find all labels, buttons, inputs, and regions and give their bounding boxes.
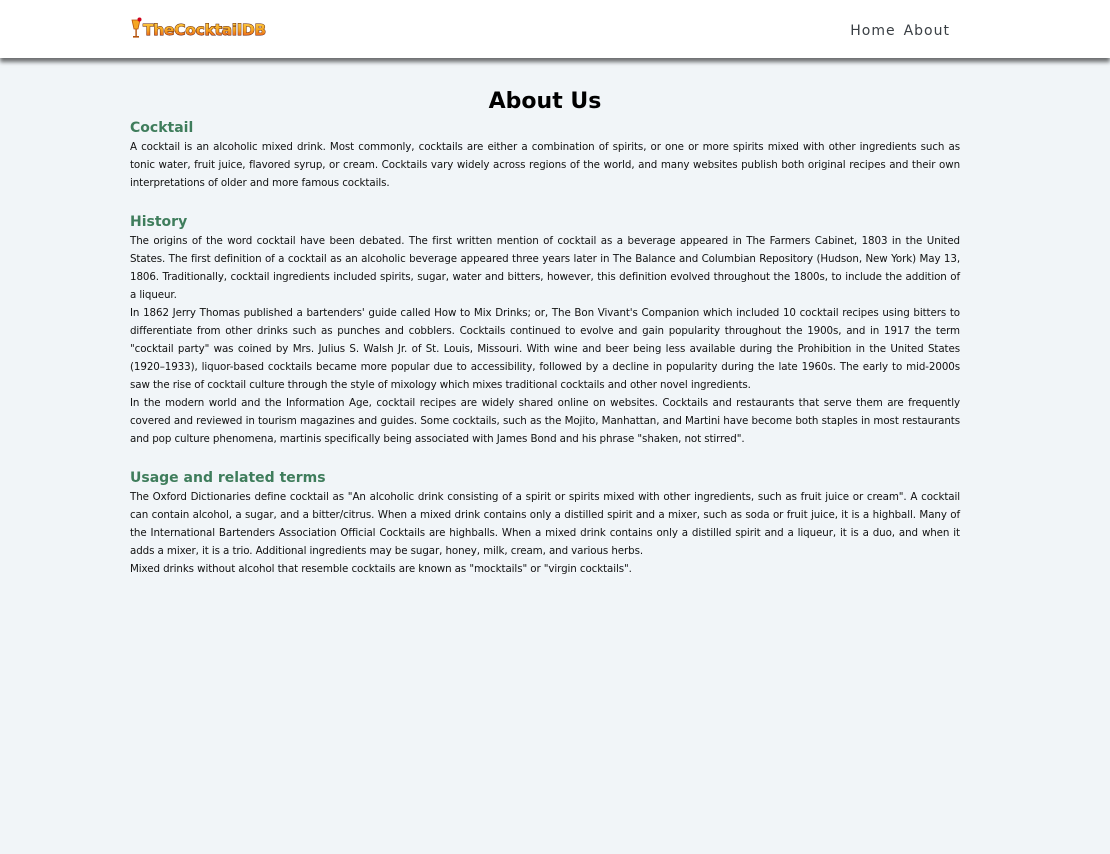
nav-link-about[interactable]: About [904, 23, 950, 39]
nav-item-about: About [904, 20, 950, 39]
section-paragraph: Mixed drinks without alcohol that resemb… [130, 563, 632, 575]
section-heading: Usage and related terms [130, 470, 326, 486]
section-heading: History [130, 214, 188, 230]
nav-item-home: Home [850, 20, 895, 39]
nav-link-home[interactable]: Home [850, 23, 895, 39]
page-title: About Us [488, 89, 602, 114]
nav-center: TheCocktailDB Home About [130, 0, 960, 58]
main-content: About Us Cocktail A cocktail is an alcoh… [0, 58, 1110, 578]
nav-links: Home About [842, 20, 950, 39]
navbar: TheCocktailDB Home About [0, 0, 1110, 58]
section-cocktail: Cocktail A cocktail is an alcoholic mixe… [130, 118, 960, 192]
section-usage: Usage and related terms The Oxford Dicti… [130, 468, 960, 578]
site-logo[interactable]: TheCocktailDB [130, 16, 292, 42]
cocktail-glass-icon: TheCocktailDB [131, 17, 267, 39]
section-paragraph: In the modern world and the Information … [130, 397, 960, 445]
about-content: Cocktail A cocktail is an alcoholic mixe… [130, 118, 960, 578]
section-paragraph: A cocktail is an alcoholic mixed drink. … [130, 141, 960, 189]
section-paragraph: The origins of the word cocktail have be… [130, 235, 960, 301]
section-history: History The origins of the word cocktail… [130, 212, 960, 448]
svg-text:TheCocktailDB: TheCocktailDB [143, 21, 266, 39]
section-paragraph: In 1862 Jerry Thomas published a bartend… [130, 307, 960, 391]
section-heading: Cocktail [130, 120, 194, 136]
section-paragraph: The Oxford Dictionaries define cocktail … [130, 491, 960, 557]
